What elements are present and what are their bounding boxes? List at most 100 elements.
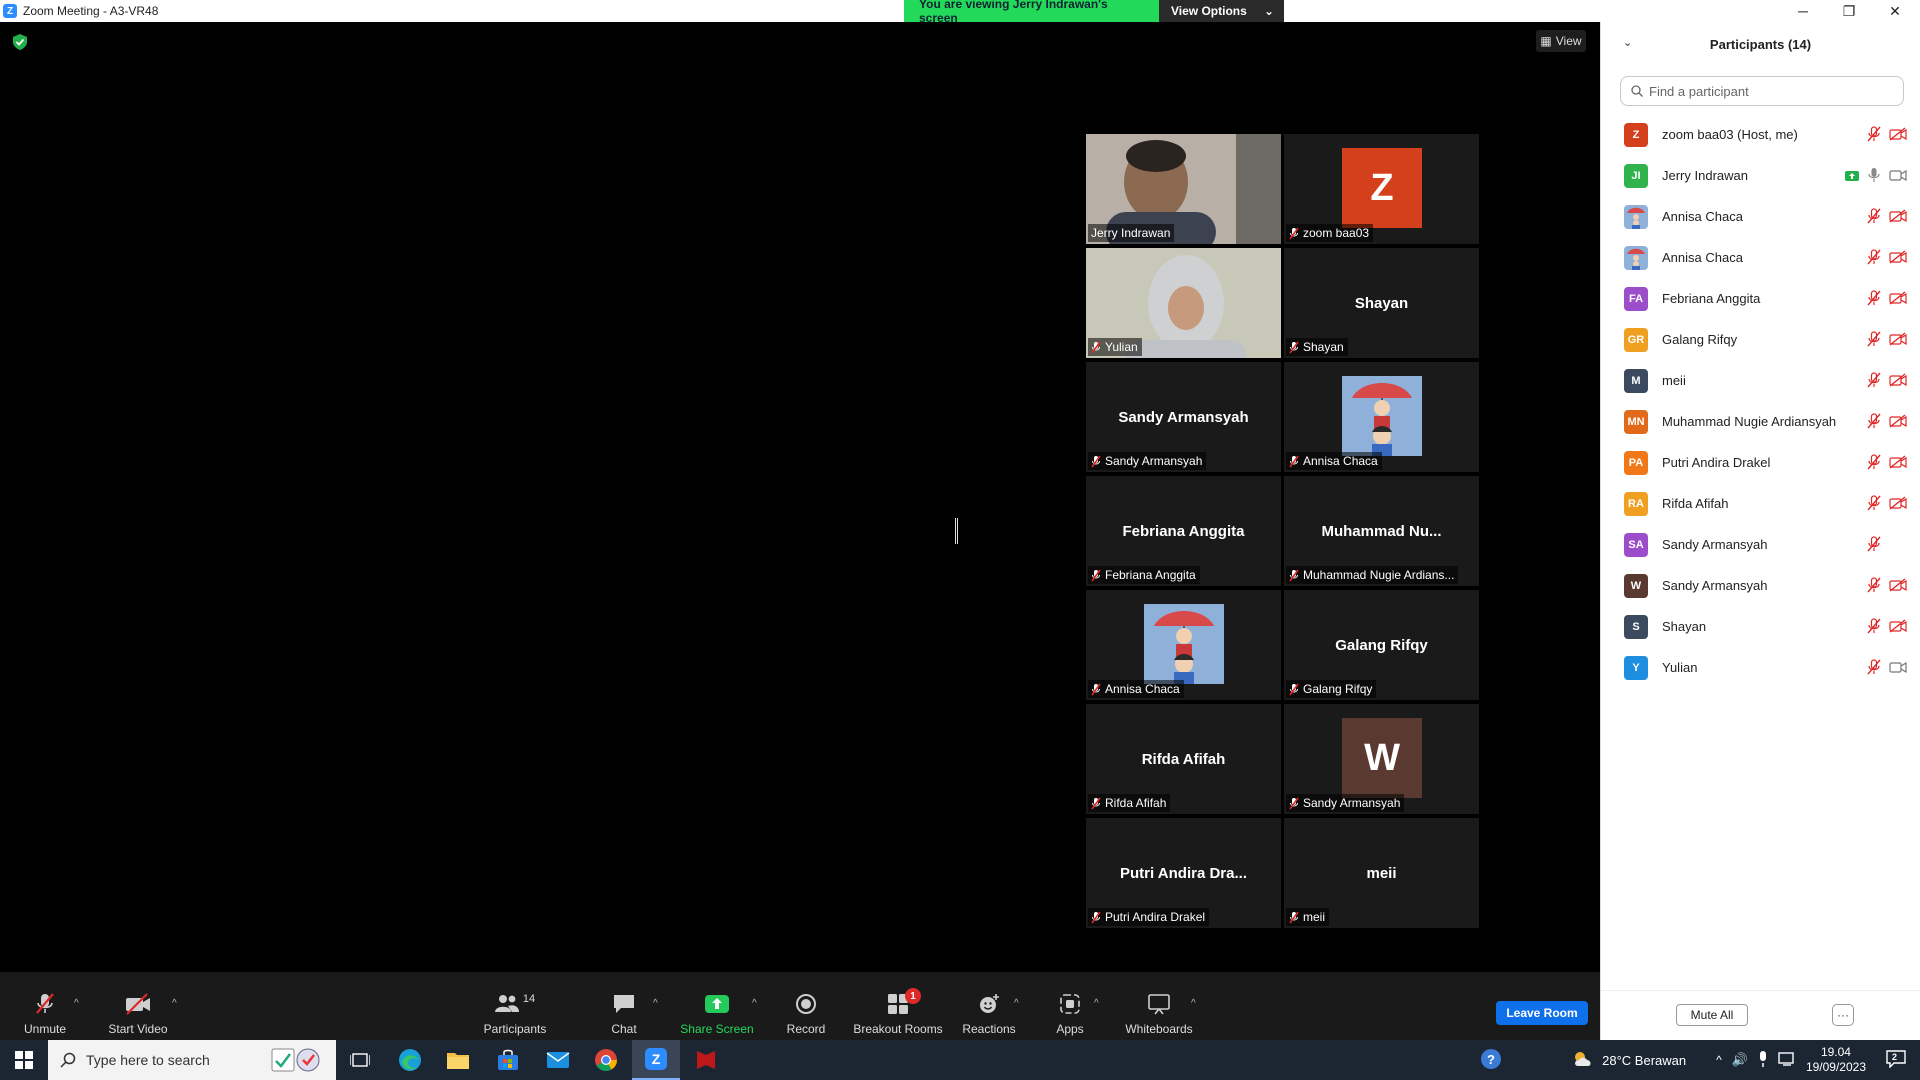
microsoft-store-icon[interactable] (484, 1040, 532, 1080)
microphone-icon[interactable] (1758, 1050, 1768, 1070)
notifications-icon[interactable]: 2 (1886, 1049, 1906, 1071)
restore-button[interactable]: ❐ (1826, 0, 1872, 22)
unmute-button[interactable]: Unmute (20, 974, 70, 1040)
encryption-shield-icon[interactable] (13, 34, 27, 50)
mic-on-icon[interactable] (1867, 167, 1881, 188)
video-tile[interactable]: Zzoom baa03 (1284, 134, 1479, 244)
mic-muted-icon[interactable] (1867, 659, 1881, 680)
video-on-icon[interactable] (1889, 168, 1907, 187)
participant-row[interactable]: W Sandy Armansyah (1601, 565, 1920, 606)
start-video-button[interactable]: Start Video (106, 974, 170, 1040)
leave-room-button[interactable]: Leave Room (1496, 1001, 1588, 1025)
mic-muted-icon[interactable] (1867, 495, 1881, 516)
close-button[interactable]: ✕ (1872, 0, 1918, 22)
clock[interactable]: 19.04 19/09/2023 (1806, 1045, 1866, 1075)
video-tile[interactable]: Yulian (1086, 248, 1281, 358)
chat-options-caret[interactable]: ^ (653, 998, 658, 1009)
video-on-icon[interactable] (1889, 660, 1907, 679)
video-off-icon[interactable] (1889, 291, 1907, 310)
participant-row[interactable]: FA Febriana Anggita (1601, 278, 1920, 319)
breakout-rooms-button[interactable]: 1 Breakout Rooms (852, 974, 944, 1040)
more-options-button[interactable]: ··· (1832, 1004, 1854, 1026)
video-off-icon[interactable] (1889, 373, 1907, 392)
participant-row[interactable]: Annisa Chaca (1601, 196, 1920, 237)
video-tile[interactable]: Putri Andira Dra... Putri Andira Drakel (1086, 818, 1281, 928)
mic-muted-icon[interactable] (1867, 454, 1881, 475)
windows-start-icon[interactable] (0, 1040, 48, 1080)
collapse-panel-icon[interactable]: ⌄ (1623, 36, 1632, 49)
video-options-caret[interactable]: ^ (172, 998, 177, 1009)
participant-row[interactable]: JI Jerry Indrawan (1601, 155, 1920, 196)
help-icon[interactable]: ? (1480, 1048, 1502, 1073)
participant-row[interactable]: GR Galang Rifqy (1601, 319, 1920, 360)
mcafee-icon[interactable] (682, 1040, 730, 1080)
mic-muted-icon[interactable] (1867, 126, 1881, 147)
mic-muted-icon[interactable] (1867, 618, 1881, 639)
view-options-button[interactable]: View Options ⌄ (1159, 0, 1284, 22)
video-off-icon[interactable] (1889, 455, 1907, 474)
record-button[interactable]: Record (784, 974, 828, 1040)
video-off-icon[interactable] (1889, 496, 1907, 515)
show-hidden-icons[interactable]: ^ (1716, 1053, 1722, 1067)
mic-muted-icon[interactable] (1867, 536, 1881, 557)
participant-row[interactable]: Mmeii (1601, 360, 1920, 401)
video-tile[interactable]: Galang Rifqy Galang Rifqy (1284, 590, 1479, 700)
file-explorer-icon[interactable] (434, 1040, 482, 1080)
video-off-icon[interactable] (1889, 578, 1907, 597)
video-tile[interactable]: Muhammad Nu... Muhammad Nugie Ardians... (1284, 476, 1479, 586)
whiteboards-button[interactable]: Whiteboards (1124, 974, 1194, 1040)
video-off-icon[interactable] (1889, 127, 1907, 146)
mic-muted-icon[interactable] (1867, 372, 1881, 393)
participant-row[interactable]: Annisa Chaca (1601, 237, 1920, 278)
whiteboards-options-caret[interactable]: ^ (1191, 998, 1196, 1009)
participant-row[interactable]: PA Putri Andira Drakel (1601, 442, 1920, 483)
participant-row[interactable]: RA Rifda Afifah (1601, 483, 1920, 524)
mic-muted-icon[interactable] (1867, 208, 1881, 229)
reactions-button[interactable]: Reactions (962, 974, 1016, 1040)
task-view-icon[interactable] (336, 1040, 384, 1080)
audio-options-caret[interactable]: ^ (74, 998, 79, 1009)
participant-row[interactable]: Y Yulian (1601, 647, 1920, 688)
video-tile[interactable]: Febriana Anggita Febriana Anggita (1086, 476, 1281, 586)
weather-icon[interactable] (1572, 1049, 1594, 1072)
mute-all-button[interactable]: Mute All (1676, 1004, 1748, 1026)
weather-text[interactable]: 28°C Berawan (1602, 1053, 1686, 1068)
mic-muted-icon[interactable] (1867, 331, 1881, 352)
video-tile[interactable]: Jerry Indrawan (1086, 134, 1281, 244)
mic-muted-icon[interactable] (1867, 577, 1881, 598)
speaker-icon[interactable]: 🔊 (1732, 1052, 1748, 1068)
video-tile[interactable]: meii meii (1284, 818, 1479, 928)
video-tile[interactable]: Annisa Chaca (1284, 362, 1479, 472)
video-tile[interactable]: Sandy Armansyah Sandy Armansyah (1086, 362, 1281, 472)
participants-button[interactable]: 14 Participants (480, 974, 550, 1040)
video-off-icon[interactable] (1889, 332, 1907, 351)
edge-browser-icon[interactable] (386, 1040, 434, 1080)
view-button[interactable]: ▦ View (1536, 30, 1586, 52)
network-icon[interactable] (1778, 1051, 1796, 1069)
chrome-browser-icon[interactable] (582, 1040, 630, 1080)
participant-search-input[interactable]: Find a participant (1620, 76, 1904, 106)
video-tile[interactable]: Shayan Shayan (1284, 248, 1479, 358)
taskbar-search-box[interactable]: Type here to search (48, 1040, 336, 1080)
chat-button[interactable]: Chat (604, 974, 644, 1040)
participant-row[interactable]: MN Muhammad Nugie Ardiansyah (1601, 401, 1920, 442)
reactions-options-caret[interactable]: ^ (1014, 998, 1019, 1009)
mic-muted-icon[interactable] (1867, 413, 1881, 434)
share-screen-button[interactable]: Share Screen (680, 974, 754, 1040)
mail-icon[interactable] (534, 1040, 582, 1080)
apps-options-caret[interactable]: ^ (1094, 998, 1099, 1009)
participant-row[interactable]: S Shayan (1601, 606, 1920, 647)
participant-row[interactable]: Zzoom baa03 (Host, me) (1601, 114, 1920, 155)
video-tile[interactable]: W Sandy Armansyah (1284, 704, 1479, 814)
zoom-app-icon[interactable]: Z (632, 1040, 680, 1080)
mic-muted-icon[interactable] (1867, 249, 1881, 270)
minimize-button[interactable]: ─ (1780, 0, 1826, 22)
mic-muted-icon[interactable] (1867, 290, 1881, 311)
video-off-icon[interactable] (1889, 209, 1907, 228)
video-off-icon[interactable] (1889, 414, 1907, 433)
video-off-icon[interactable] (1889, 619, 1907, 638)
video-tile[interactable]: Annisa Chaca (1086, 590, 1281, 700)
video-tile[interactable]: Rifda Afifah Rifda Afifah (1086, 704, 1281, 814)
apps-button[interactable]: Apps (1054, 974, 1086, 1040)
participant-row[interactable]: SA Sandy Armansyah (1601, 524, 1920, 565)
